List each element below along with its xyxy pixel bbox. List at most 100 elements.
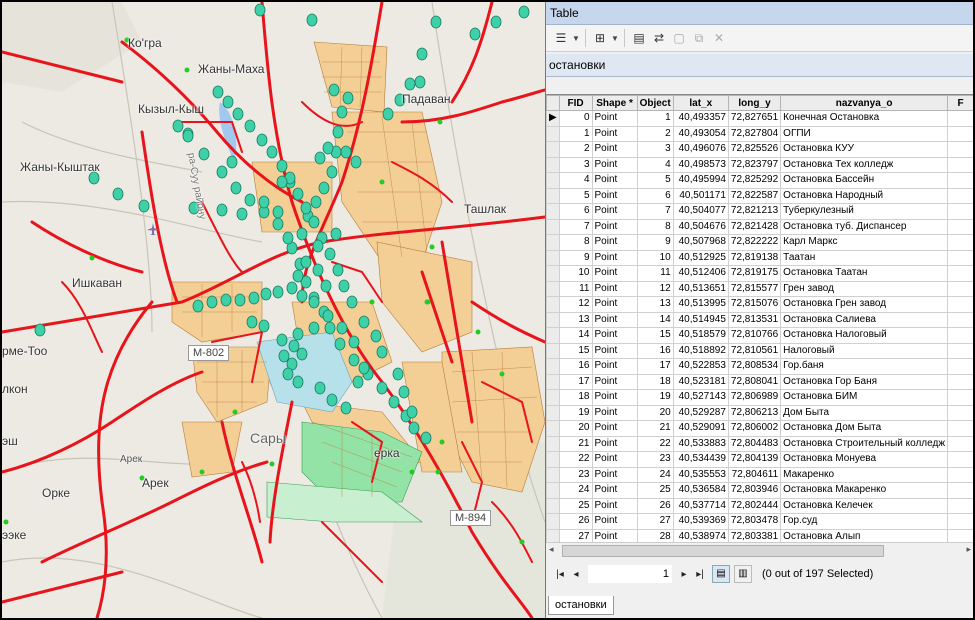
table-cell[interactable]: Остановка Келечек: [780, 497, 949, 514]
table-cell[interactable]: 2: [558, 141, 593, 158]
table-cell[interactable]: Point: [591, 249, 638, 266]
table-cell[interactable]: Point: [591, 218, 638, 235]
bus-stop-marker[interactable]: [292, 269, 304, 283]
row-selector[interactable]: [546, 203, 560, 220]
current-row-indicator-icon[interactable]: ▶: [546, 110, 560, 127]
bus-stop-marker[interactable]: [292, 375, 304, 389]
table-cell[interactable]: [947, 249, 973, 266]
bus-stop-marker[interactable]: [296, 289, 308, 303]
table-cell[interactable]: [947, 435, 973, 452]
bus-stop-marker[interactable]: [244, 119, 256, 133]
table-cell[interactable]: 72,808041: [727, 373, 782, 390]
bus-stop-marker[interactable]: [216, 203, 228, 217]
bus-stop-marker[interactable]: [308, 321, 320, 335]
table-cell[interactable]: 16: [558, 358, 593, 375]
row-selector-header[interactable]: [546, 95, 560, 111]
table-cell[interactable]: Остановка Алып: [780, 528, 949, 543]
bus-stop-marker[interactable]: [276, 333, 288, 347]
map-view[interactable]: Ко'гра Жаны-Маха Кызыл-Кыш Жаны-Кыштак П…: [2, 2, 545, 618]
table-cell[interactable]: 6: [636, 187, 674, 204]
table-cell[interactable]: 23: [558, 466, 593, 483]
table-cell[interactable]: Остановка Налоговый: [780, 327, 949, 344]
table-cell[interactable]: Point: [591, 172, 638, 189]
table-cell[interactable]: 28: [636, 528, 674, 543]
table-row[interactable]: 20 Point 21 40,529091 72,806002 Остановка Дом…: [546, 420, 973, 437]
table-cell[interactable]: 40,529091: [672, 420, 729, 437]
table-cell[interactable]: 40,512925: [672, 249, 729, 266]
table-cell[interactable]: [947, 125, 973, 142]
table-cell[interactable]: [947, 389, 973, 406]
chevron-down-icon[interactable]: ▼: [572, 34, 580, 43]
table-cell[interactable]: [947, 265, 973, 282]
bus-stop-marker[interactable]: [138, 199, 150, 213]
table-row[interactable]: 27 Point 28 40,538974 72,803381 Остановка Алы…: [546, 528, 973, 543]
table-cell[interactable]: 40,523181: [672, 373, 729, 390]
table-cell[interactable]: Point: [591, 125, 638, 142]
bus-stop-marker[interactable]: [244, 193, 256, 207]
table-cell[interactable]: [947, 327, 973, 344]
table-cell[interactable]: 72,802444: [727, 497, 782, 514]
first-record-icon[interactable]: |◂: [552, 569, 568, 580]
row-selector[interactable]: [546, 451, 560, 468]
switch-selection-icon[interactable]: ⇄: [650, 29, 668, 47]
bus-stop-marker[interactable]: [272, 205, 284, 219]
table-cell[interactable]: [947, 373, 973, 390]
table-cell[interactable]: 72,815577: [727, 280, 782, 297]
row-selector[interactable]: [546, 420, 560, 437]
table-cell[interactable]: 40,501171: [672, 187, 729, 204]
table-cell[interactable]: 9: [558, 249, 593, 266]
column-header[interactable]: F: [947, 95, 973, 111]
bus-stop-marker[interactable]: [348, 353, 360, 367]
table-cell[interactable]: 40,496076: [672, 141, 729, 158]
table-row[interactable]: 3 Point 4 40,498573 72,823797 Остановка Тех к…: [546, 156, 973, 173]
table-cell[interactable]: 72,819138: [727, 249, 782, 266]
table-cell[interactable]: 72,806989: [727, 389, 782, 406]
show-all-records-icon[interactable]: ▤: [712, 565, 730, 583]
bus-stop-marker[interactable]: [258, 195, 270, 209]
table-row[interactable]: 23 Point 24 40,535553 72,804611 Макаренко: [546, 466, 973, 483]
table-cell[interactable]: 72,810766: [727, 327, 782, 344]
table-cell[interactable]: [947, 342, 973, 359]
table-cell[interactable]: [947, 234, 973, 251]
column-header[interactable]: nazvanya_o: [780, 95, 949, 111]
table-cell[interactable]: 40,513995: [672, 296, 729, 313]
table-cell[interactable]: [947, 497, 973, 514]
table-cell[interactable]: 72,821428: [727, 218, 782, 235]
table-cell[interactable]: 27: [558, 528, 593, 543]
table-cell[interactable]: Point: [591, 404, 638, 421]
bus-stop-marker[interactable]: [246, 315, 258, 329]
row-selector[interactable]: [546, 265, 560, 282]
bus-stop-marker[interactable]: [308, 295, 320, 309]
table-row[interactable]: 1 Point 2 40,493054 72,827804 ОГПИ: [546, 125, 973, 142]
table-row[interactable]: 16 Point 17 40,522853 72,808534 Гор.баня: [546, 358, 973, 375]
bus-stop-marker[interactable]: [192, 299, 204, 313]
table-cell[interactable]: [947, 172, 973, 189]
delete-selected-icon[interactable]: ✕: [710, 29, 728, 47]
table-cell[interactable]: Остановка Народный: [780, 187, 949, 204]
bus-stop-marker[interactable]: [282, 367, 294, 381]
row-selector[interactable]: [546, 435, 560, 452]
bus-stop-marker[interactable]: [322, 141, 334, 155]
bus-stop-marker[interactable]: [182, 129, 194, 143]
table-cell[interactable]: 24: [558, 482, 593, 499]
table-cell[interactable]: Остановка Бассейн: [780, 172, 949, 189]
row-selector[interactable]: [546, 528, 560, 543]
bus-stop-marker[interactable]: [312, 263, 324, 277]
table-cell[interactable]: Остановка Гор Баня: [780, 373, 949, 390]
table-cell[interactable]: 18: [558, 389, 593, 406]
table-cell[interactable]: 27: [636, 513, 674, 530]
bus-stop-marker[interactable]: [326, 393, 338, 407]
table-cell[interactable]: 21: [558, 435, 593, 452]
scroll-left-icon[interactable]: ◂: [549, 544, 554, 555]
table-cell[interactable]: 40,537714: [672, 497, 729, 514]
table-cell[interactable]: Остановка Монуева: [780, 451, 949, 468]
table-row[interactable]: 10 Point 11 40,512406 72,819175 Остановка Таа…: [546, 265, 973, 282]
table-cell[interactable]: 72,804139: [727, 451, 782, 468]
bus-stop-marker[interactable]: [469, 27, 481, 41]
bus-stop-marker[interactable]: [286, 281, 298, 295]
bus-stop-marker[interactable]: [234, 293, 246, 307]
table-cell[interactable]: Point: [591, 451, 638, 468]
bus-stop-marker[interactable]: [376, 345, 388, 359]
last-record-icon[interactable]: ▸|: [692, 569, 708, 580]
table-cell[interactable]: 0: [558, 110, 593, 127]
